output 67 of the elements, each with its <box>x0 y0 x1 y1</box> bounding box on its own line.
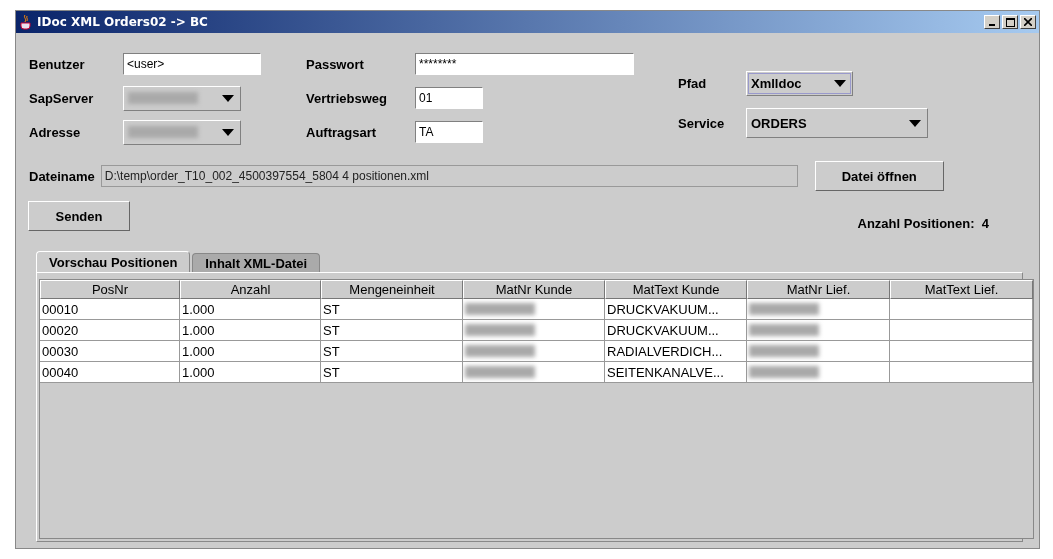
send-button[interactable]: Senden <box>28 201 130 231</box>
dropdown[interactable]: Xmlldoc <box>746 70 853 96</box>
table-cell: SEITENKANALVE... <box>605 362 747 383</box>
minimize-button[interactable] <box>984 15 1000 29</box>
column-header[interactable]: PosNr <box>40 280 180 299</box>
column-header[interactable]: Mengeneinheit <box>321 280 463 299</box>
column-header[interactable]: MatNr Lief. <box>747 280 890 299</box>
password-field[interactable]: ******** <box>415 53 634 75</box>
open-file-button[interactable]: Datei öffnen <box>814 161 944 191</box>
dropdown[interactable] <box>123 85 241 111</box>
redacted-text <box>128 126 198 138</box>
table-cell: 1.000 <box>180 341 321 362</box>
table-cell: DRUCKVAKUUM... <box>605 320 747 341</box>
position-count: Anzahl Positionen: 4 <box>857 216 989 231</box>
field-label: Vertriebsweg <box>306 90 388 106</box>
dropdown[interactable]: ORDERS <box>746 108 928 138</box>
column-header[interactable]: MatText Lief. <box>890 280 1033 299</box>
field-label: Pfad <box>678 75 708 91</box>
table-cell: 1.000 <box>180 362 321 383</box>
redacted-text <box>749 345 819 357</box>
field-label: SapServer <box>29 90 95 106</box>
table-cell: 1.000 <box>180 299 321 320</box>
table-cell: 00040 <box>40 362 180 383</box>
column-header[interactable]: MatNr Kunde <box>463 280 605 299</box>
column-header[interactable]: MatText Kunde <box>605 280 747 299</box>
close-button[interactable] <box>1020 15 1036 29</box>
redacted-text <box>749 324 819 336</box>
redacted-text <box>465 366 535 378</box>
table-cell: ST <box>321 299 463 320</box>
table-cell: ST <box>321 362 463 383</box>
field-label: Service <box>678 115 726 131</box>
filename-field[interactable]: D:\temp\order_T10_002_4500397554_5804 4 positionen.xml <box>100 165 798 187</box>
tab[interactable]: Vorschau Positionen <box>36 251 191 272</box>
dropdown-arrow-icon <box>222 94 234 102</box>
field-label: Auftragsart <box>306 124 378 140</box>
window-title: IDoc XML Orders02 -> BC <box>37 15 209 29</box>
dropdown-arrow-icon <box>909 119 921 127</box>
redacted-text <box>749 303 819 315</box>
redacted-text <box>749 366 819 378</box>
redacted-text <box>465 345 535 357</box>
dropdown-arrow-icon <box>834 79 846 87</box>
table-cell: RADIALVERDICH... <box>605 341 747 362</box>
close-icon <box>1024 18 1032 26</box>
maximize-icon <box>1005 17 1015 27</box>
maximize-button[interactable] <box>1002 15 1018 29</box>
table-cell: 00020 <box>40 320 180 341</box>
redacted-text <box>128 92 198 104</box>
field-label: Dateiname <box>29 168 95 184</box>
tab[interactable]: Inhalt XML-Datei <box>192 253 321 272</box>
input-field[interactable]: 01 <box>415 87 483 109</box>
table-cell: ST <box>321 320 463 341</box>
dropdown-arrow-icon <box>222 128 234 136</box>
field-label: Passwort <box>306 56 365 72</box>
redacted-text <box>465 324 535 336</box>
table-cell: DRUCKVAKUUM... <box>605 299 747 320</box>
user-field[interactable]: <user> <box>123 53 261 75</box>
field-label: Adresse <box>29 124 82 140</box>
table-cell: ST <box>321 341 463 362</box>
table-cell: 00010 <box>40 299 180 320</box>
dropdown[interactable] <box>123 119 241 145</box>
table-cell: 00030 <box>40 341 180 362</box>
table-cell: 1.000 <box>180 320 321 341</box>
column-header[interactable]: Anzahl <box>180 280 321 299</box>
redacted-text <box>465 303 535 315</box>
input-field[interactable]: TA <box>415 121 483 143</box>
coffee-cup-icon <box>19 14 33 30</box>
field-label: Benutzer <box>29 56 86 72</box>
